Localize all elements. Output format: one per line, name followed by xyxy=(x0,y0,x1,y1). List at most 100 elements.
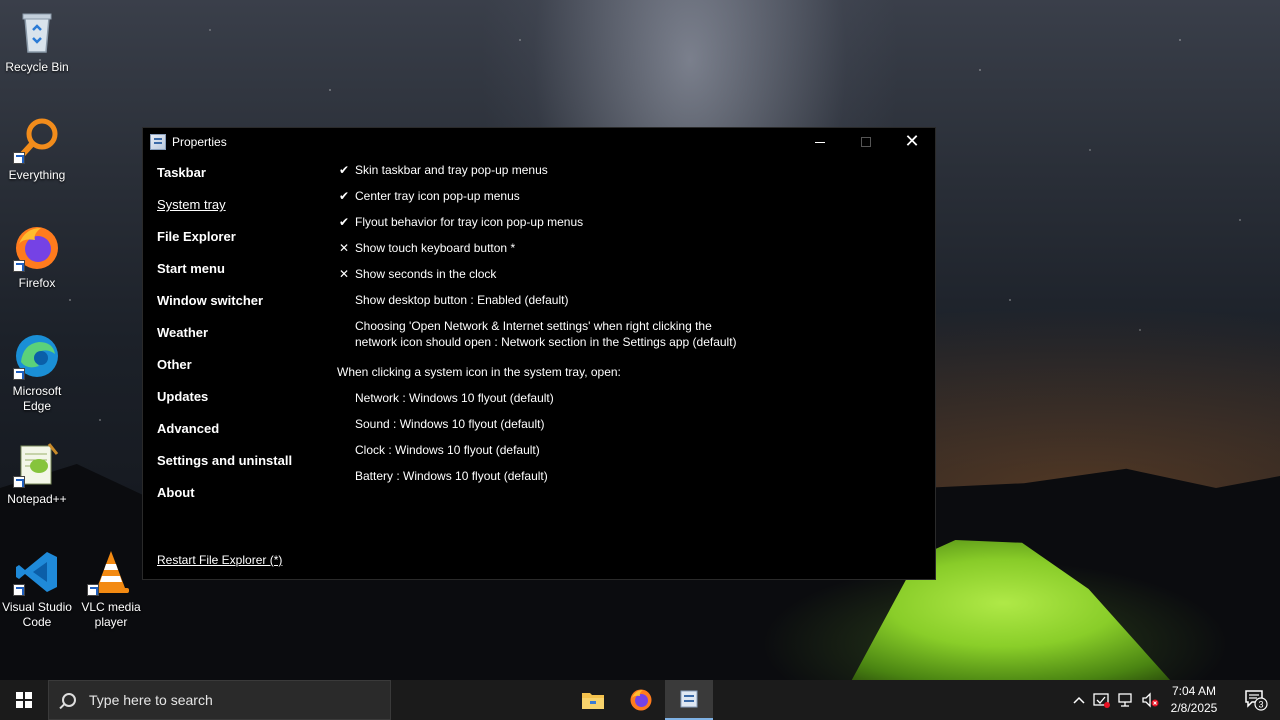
minimize-icon xyxy=(815,141,825,143)
desktop-icon-label: Notepad++ xyxy=(7,492,67,506)
shortcut-arrow-icon xyxy=(13,368,25,380)
nav-item-settings-and-uninstall[interactable]: Settings and uninstall xyxy=(157,452,327,484)
desktop-icon-notepadpp[interactable]: Notepad++ xyxy=(0,440,74,507)
volume-muted-icon xyxy=(1142,692,1159,708)
option-label: Choosing 'Open Network & Internet settin… xyxy=(355,319,712,333)
option-label: Show seconds in the clock xyxy=(355,267,497,281)
desktop-icon-firefox[interactable]: Firefox xyxy=(0,224,74,291)
cross-icon: ✕ xyxy=(338,267,350,281)
notification-count: 3 xyxy=(1258,700,1263,710)
desktop-icon-label: VLC media player xyxy=(81,600,141,629)
close-button[interactable]: ✕ xyxy=(889,128,935,156)
maximize-button[interactable] xyxy=(843,128,889,156)
desktop-icon-vscode[interactable]: Visual Studio Code xyxy=(0,548,74,630)
tray-volume-button[interactable] xyxy=(1138,692,1162,708)
notification-icon: 3 xyxy=(1245,690,1268,711)
option-label: Center tray icon pop-up menus xyxy=(355,189,520,203)
desktop-icon-recycle-bin[interactable]: Recycle Bin xyxy=(0,8,74,75)
properties-window: Properties ✕ Taskbar System tray File Ex… xyxy=(142,127,936,580)
option-flyout-behavior[interactable]: ✔ Flyout behavior for tray icon pop-up m… xyxy=(337,214,927,240)
system-tray xyxy=(1068,680,1162,720)
recycle-bin-icon xyxy=(13,8,61,56)
option-touch-keyboard[interactable]: ✕ Show touch keyboard button * xyxy=(337,240,927,266)
option-label: Network : Windows 10 flyout (default) xyxy=(355,391,554,405)
cross-icon: ✕ xyxy=(338,241,350,255)
vlc-icon xyxy=(87,548,135,596)
system-tray-settings: ✔ Skin taskbar and tray pop-up menus ✔ C… xyxy=(337,162,927,494)
option-label: Show touch keyboard button * xyxy=(355,241,516,255)
search-icon xyxy=(62,693,76,707)
shortcut-arrow-icon xyxy=(13,260,25,272)
shortcut-arrow-icon xyxy=(13,584,25,596)
option-clock-flyout[interactable]: Clock : Windows 10 flyout (default) xyxy=(337,442,927,468)
desktop-icon-vlc[interactable]: VLC media player xyxy=(74,548,148,630)
nav-item-about[interactable]: About xyxy=(157,484,327,516)
option-label: Show desktop button : Enabled (default) xyxy=(355,293,569,307)
nav-item-system-tray[interactable]: System tray xyxy=(157,196,327,228)
option-network-flyout[interactable]: Network : Windows 10 flyout (default) xyxy=(337,390,927,416)
taskbar-search-box[interactable]: Type here to search xyxy=(48,680,391,720)
option-label: Flyout behavior for tray icon pop-up men… xyxy=(355,215,584,229)
window-title: Properties xyxy=(172,135,227,149)
start-button[interactable] xyxy=(0,680,48,720)
nav-item-taskbar[interactable]: Taskbar xyxy=(157,164,327,196)
vscode-icon xyxy=(13,548,61,596)
tray-security-icon-button[interactable] xyxy=(1090,692,1114,708)
option-label-line2: network icon should open : Network secti… xyxy=(355,335,737,349)
firefox-icon xyxy=(13,224,61,272)
search-placeholder: Type here to search xyxy=(89,692,213,708)
nav-item-file-explorer[interactable]: File Explorer xyxy=(157,228,327,260)
security-alert-icon xyxy=(1093,693,1110,708)
nav-item-weather[interactable]: Weather xyxy=(157,324,327,356)
option-battery-flyout[interactable]: Battery : Windows 10 flyout (default) xyxy=(337,468,927,494)
option-sound-flyout[interactable]: Sound : Windows 10 flyout (default) xyxy=(337,416,927,442)
properties-app-icon xyxy=(680,690,698,708)
desktop-icon-label: Microsoft Edge xyxy=(12,384,62,413)
close-icon: ✕ xyxy=(904,131,920,152)
everything-search-icon xyxy=(13,116,61,164)
nav-item-window-switcher[interactable]: Window switcher xyxy=(157,292,327,324)
nav-item-updates[interactable]: Updates xyxy=(157,388,327,420)
taskbar-file-explorer[interactable] xyxy=(569,680,617,720)
action-center-button[interactable]: 3 xyxy=(1232,680,1280,720)
maximize-icon xyxy=(861,137,871,147)
desktop-icon-everything[interactable]: Everything xyxy=(0,116,74,183)
desktop-icon-label: Recycle Bin xyxy=(5,60,69,74)
checkmark-icon: ✔ xyxy=(338,215,350,229)
nav-item-start-menu[interactable]: Start menu xyxy=(157,260,327,292)
chevron-up-icon xyxy=(1073,696,1085,704)
clock-date: 2/8/2025 xyxy=(1170,701,1218,715)
nav-item-other[interactable]: Other xyxy=(157,356,327,388)
show-hidden-icons-button[interactable] xyxy=(1068,696,1090,704)
option-label: Clock : Windows 10 flyout (default) xyxy=(355,443,540,457)
windows-logo-icon xyxy=(16,692,32,708)
desktop-icon-label: Firefox xyxy=(18,276,56,290)
shortcut-arrow-icon xyxy=(13,476,25,488)
edge-icon xyxy=(13,332,61,380)
settings-nav: Taskbar System tray File Explorer Start … xyxy=(157,164,327,516)
desktop-icon-label: Visual Studio Code xyxy=(2,600,72,629)
firefox-icon xyxy=(630,689,652,711)
option-center-menus[interactable]: ✔ Center tray icon pop-up menus xyxy=(337,188,927,214)
folder-icon xyxy=(582,693,604,709)
taskbar-clock[interactable]: 7:04 AM 2/8/2025 xyxy=(1166,683,1222,717)
option-network-settings[interactable]: Choosing 'Open Network & Internet settin… xyxy=(337,318,927,364)
network-icon xyxy=(1118,693,1132,707)
clock-time: 7:04 AM xyxy=(1171,684,1217,698)
taskbar-properties[interactable] xyxy=(665,680,713,720)
taskbar-firefox[interactable] xyxy=(617,680,665,720)
shortcut-arrow-icon xyxy=(87,584,99,596)
option-label: Skin taskbar and tray pop-up menus xyxy=(355,163,548,177)
restart-file-explorer-link[interactable]: Restart File Explorer (*) xyxy=(157,553,282,567)
desktop-icon-label: Everything xyxy=(8,168,66,182)
tray-network-button[interactable] xyxy=(1114,692,1138,708)
option-show-seconds[interactable]: ✕ Show seconds in the clock xyxy=(337,266,927,292)
option-show-desktop-button[interactable]: Show desktop button : Enabled (default) xyxy=(337,292,927,318)
nav-item-advanced[interactable]: Advanced xyxy=(157,420,327,452)
system-icons-heading: When clicking a system icon in the syste… xyxy=(337,365,621,379)
desktop-icon-microsoft-edge[interactable]: Microsoft Edge xyxy=(0,332,74,414)
window-titlebar[interactable]: Properties ✕ xyxy=(143,128,935,156)
notepadpp-icon xyxy=(13,440,61,488)
minimize-button[interactable] xyxy=(797,128,843,156)
option-skin-menus[interactable]: ✔ Skin taskbar and tray pop-up menus xyxy=(337,162,927,188)
